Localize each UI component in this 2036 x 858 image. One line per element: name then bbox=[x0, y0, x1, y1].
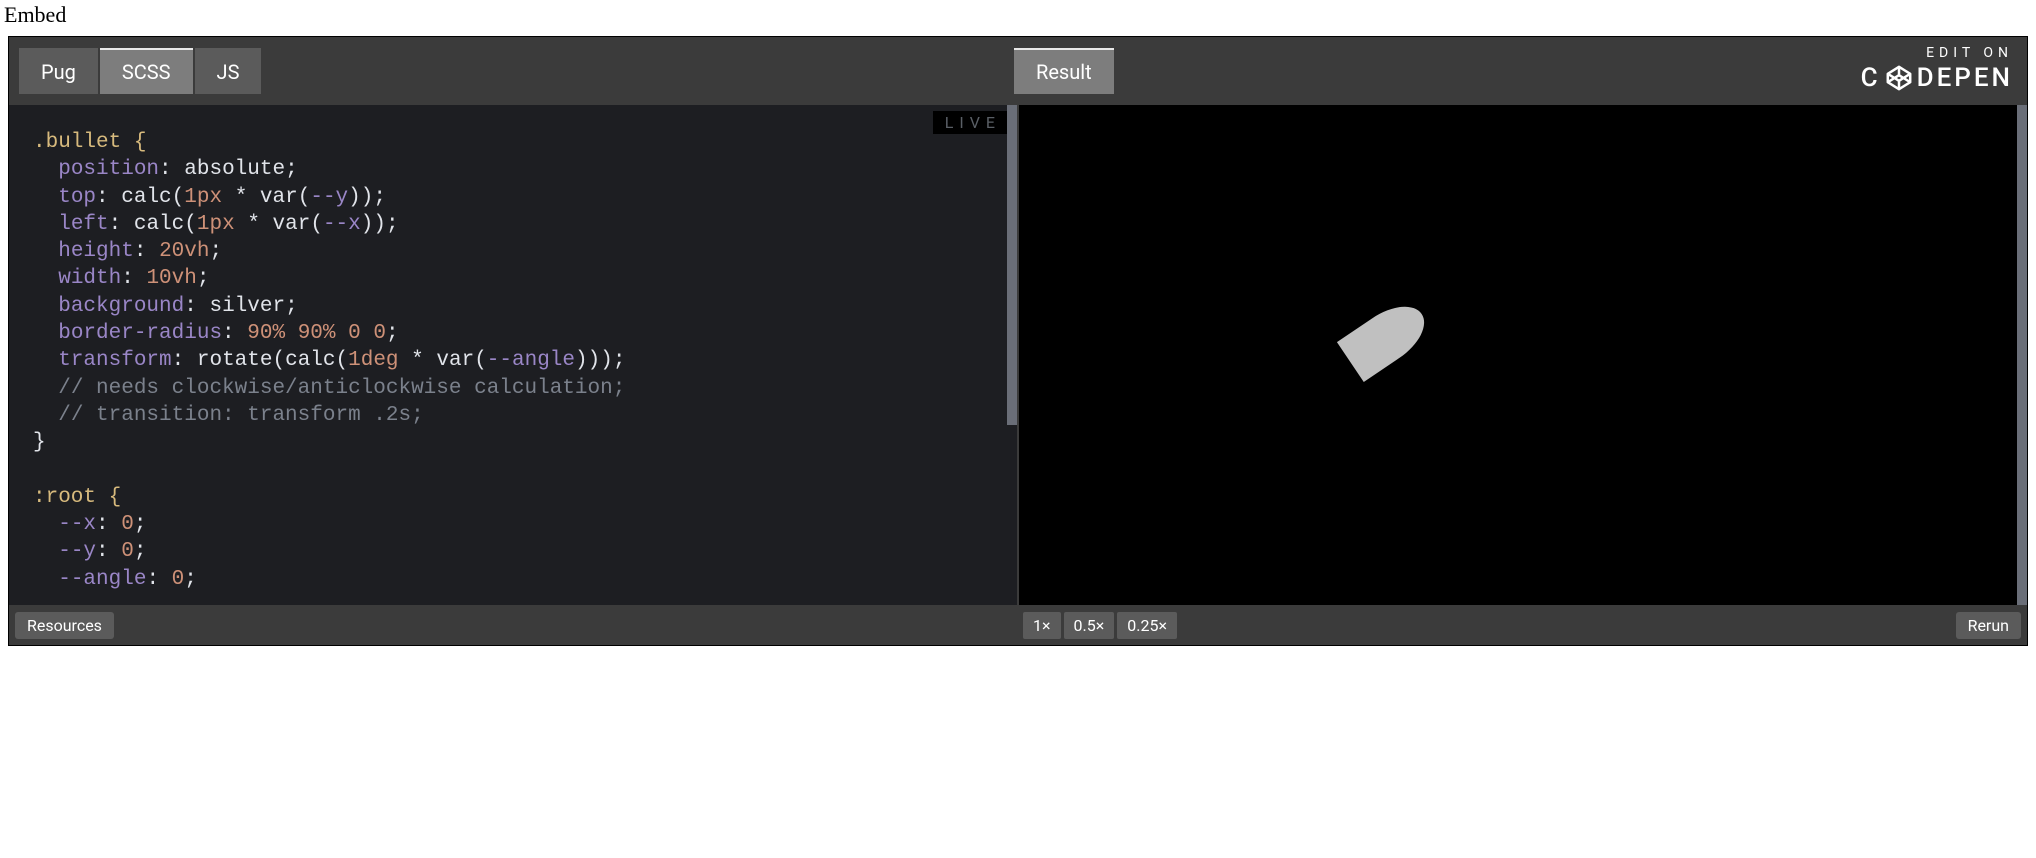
rerun-button[interactable]: Rerun bbox=[1956, 612, 2021, 639]
top-tab-bar: Pug SCSS JS Result EDIT ON C DEPEN bbox=[9, 37, 2027, 105]
code-scrollbar-thumb[interactable] bbox=[1007, 105, 1017, 425]
codepen-logo-link[interactable]: EDIT ON C DEPEN bbox=[1861, 45, 2013, 93]
tab-scss[interactable]: SCSS bbox=[100, 48, 193, 94]
edit-on-label: EDIT ON bbox=[1861, 45, 2013, 61]
code-content[interactable]: .bullet { position: absolute; top: calc(… bbox=[9, 105, 1017, 605]
code-editor-pane[interactable]: LIVE .bullet { position: absolute; top: … bbox=[9, 105, 1017, 605]
main-split: LIVE .bullet { position: absolute; top: … bbox=[9, 105, 2027, 605]
tab-js[interactable]: JS bbox=[195, 48, 262, 94]
code-tab-group: Pug SCSS JS bbox=[19, 48, 261, 94]
tab-pug[interactable]: Pug bbox=[19, 48, 98, 94]
result-bullet-shape bbox=[1337, 294, 1435, 382]
live-badge: LIVE bbox=[933, 111, 1007, 134]
result-pane[interactable] bbox=[1017, 105, 2027, 605]
page-heading: Embed bbox=[0, 0, 2036, 30]
zoom-1x-button[interactable]: 1× bbox=[1023, 612, 1061, 639]
tab-result[interactable]: Result bbox=[1014, 48, 1114, 94]
zoom-05x-button[interactable]: 0.5× bbox=[1064, 612, 1115, 639]
codepen-wordmark: C DEPEN bbox=[1861, 63, 2013, 93]
codepen-cube-icon bbox=[1885, 64, 1913, 92]
zoom-group: 1× 0.5× 0.25× bbox=[1023, 612, 1177, 639]
bottom-bar: Resources 1× 0.5× 0.25× Rerun bbox=[9, 605, 2027, 645]
zoom-025x-button[interactable]: 0.25× bbox=[1117, 612, 1177, 639]
resources-button[interactable]: Resources bbox=[15, 612, 114, 639]
codepen-embed: Pug SCSS JS Result EDIT ON C DEPEN LIVE … bbox=[8, 36, 2028, 646]
result-scrollbar-thumb[interactable] bbox=[2017, 105, 2027, 605]
result-scrollbar-track[interactable] bbox=[2017, 105, 2027, 605]
